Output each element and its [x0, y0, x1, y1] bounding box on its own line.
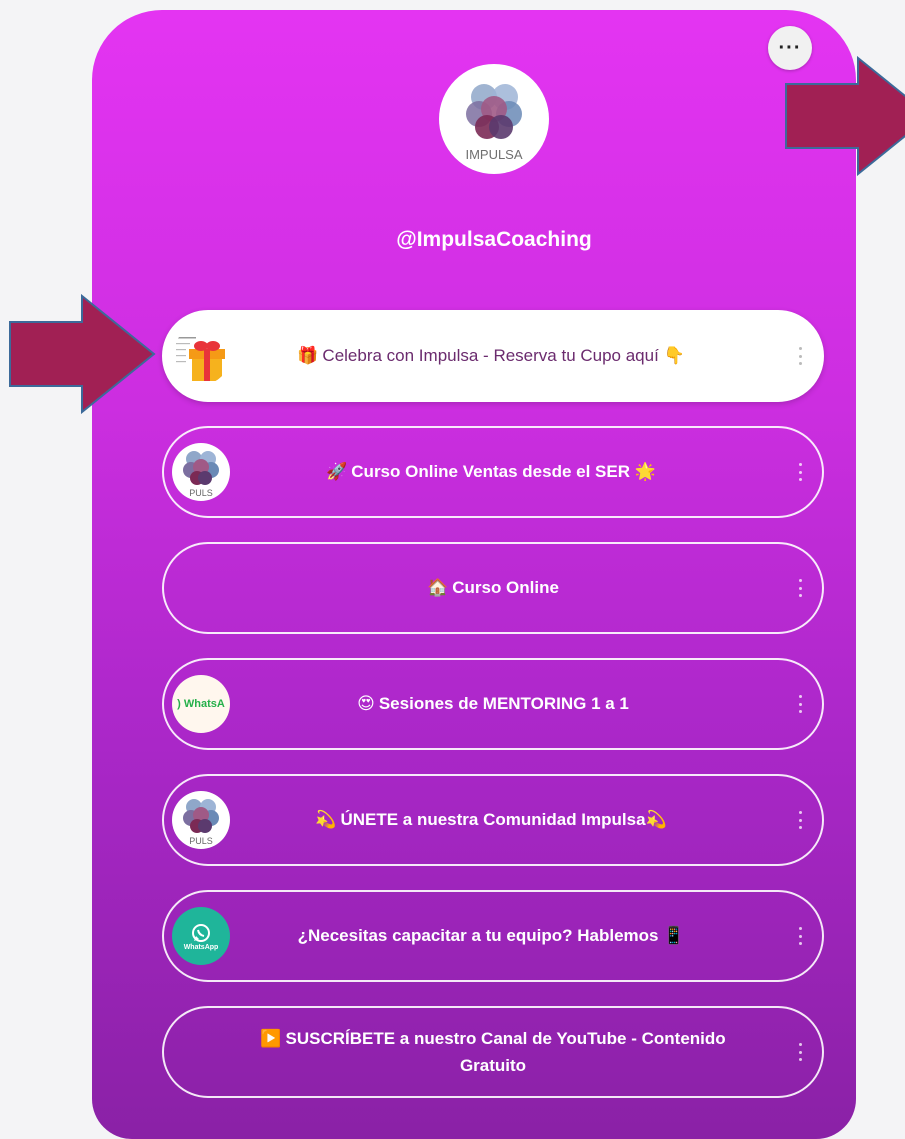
link-label: 💫 ÚNETE a nuestra Comunidad Impulsa💫	[315, 810, 667, 830]
whatsapp-icon	[192, 923, 210, 942]
link-label: ▶️ SUSCRÍBETE a nuestro Canal de YouTube …	[260, 1028, 726, 1075]
link-label: 🏠 Curso Online	[427, 578, 559, 598]
link-mentoring[interactable]: ) WhatsA 😍 Sesiones de MENTORING 1 a 1	[162, 658, 824, 750]
impulsa-thumbnail: PULS	[172, 443, 230, 501]
gift-icon	[176, 337, 225, 381]
svg-text:PULS: PULS	[189, 836, 213, 846]
link-curso-online[interactable]: 🏠 Curso Online	[162, 542, 824, 634]
arrow-right-icon	[9, 294, 156, 414]
link-options-icon[interactable]	[798, 347, 802, 365]
profile-handle: @ImpulsaCoaching	[396, 228, 592, 251]
link-options-icon[interactable]	[798, 463, 802, 481]
svg-text:PULS: PULS	[189, 488, 213, 498]
link-label: 🚀 Curso Online Ventas desde el SER 🌟	[326, 462, 656, 482]
whatsapp-thumbnail: WhatsApp	[172, 907, 230, 965]
link-options-icon[interactable]	[798, 811, 802, 829]
impulsa-thumbnail: PULS	[172, 791, 230, 849]
link-options-icon[interactable]	[798, 695, 802, 713]
impulsa-logo-icon: IMPULSA	[465, 84, 523, 162]
link-options-icon[interactable]	[798, 579, 802, 597]
link-youtube[interactable]: ▶️ SUSCRÍBETE a nuestro Canal de YouTube …	[162, 1006, 824, 1098]
impulsa-logo-icon: PULS	[183, 451, 219, 498]
profile-avatar: IMPULSA	[439, 64, 549, 174]
link-label: 😍 Sesiones de MENTORING 1 a 1	[357, 694, 629, 714]
whatsapp-thumbnail: ) WhatsA	[172, 675, 230, 733]
logo-text: IMPULSA	[465, 147, 522, 162]
gift-thumbnail	[172, 327, 230, 385]
link-capacitar[interactable]: WhatsApp ¿Necesitas capacitar a tu equip…	[162, 890, 824, 982]
link-curso-ventas[interactable]: PULS 🚀 Curso Online Ventas desde el SER 🌟	[162, 426, 824, 518]
link-options-icon[interactable]	[798, 927, 802, 945]
arrow-right-icon	[785, 56, 905, 176]
link-options-icon[interactable]	[798, 1043, 802, 1061]
link-celebra[interactable]: 🎁 Celebra con Impulsa - Reserva tu Cupo a…	[162, 310, 824, 402]
link-comunidad[interactable]: PULS 💫 ÚNETE a nuestra Comunidad Impulsa💫	[162, 774, 824, 866]
link-label: ¿Necesitas capacitar a tu equipo? Hablem…	[297, 926, 685, 946]
impulsa-logo-icon: PULS	[183, 799, 219, 846]
link-label: 🎁 Celebra con Impulsa - Reserva tu Cupo a…	[297, 346, 685, 366]
